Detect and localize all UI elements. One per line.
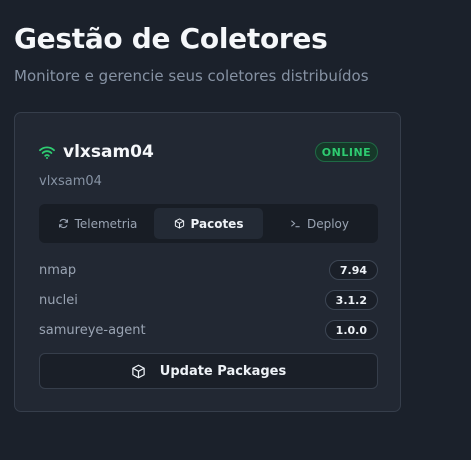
package-version-badge: 3.1.2 bbox=[324, 290, 378, 310]
package-icon bbox=[174, 218, 184, 229]
tab-pacotes-label: Pacotes bbox=[190, 216, 244, 231]
package-row: nmap 7.94 bbox=[39, 260, 378, 282]
tab-pacotes[interactable]: Pacotes bbox=[154, 208, 263, 239]
terminal-icon bbox=[291, 220, 300, 228]
refresh-icon bbox=[58, 218, 68, 229]
package-name: samureye-agent bbox=[39, 323, 146, 338]
tab-deploy[interactable]: Deploy bbox=[265, 208, 374, 239]
collector-hostname: vlxsam04 bbox=[39, 174, 102, 189]
tab-deploy-label: Deploy bbox=[306, 216, 350, 231]
package-version-badge: 1.0.0 bbox=[324, 320, 378, 340]
update-packages-button[interactable]: Update Packages bbox=[39, 353, 378, 389]
collector-name: vlxsam04 bbox=[63, 142, 154, 162]
package-name: nuclei bbox=[39, 293, 78, 308]
wifi-icon bbox=[39, 146, 55, 159]
package-row: samureye-agent 1.0.0 bbox=[39, 320, 378, 342]
collector-card: vlxsam04 ONLINE vlxsam04 Telemetria Paco… bbox=[14, 112, 401, 412]
tab-telemetria[interactable]: Telemetria bbox=[43, 208, 152, 239]
package-row: nuclei 3.1.2 bbox=[39, 290, 378, 312]
update-packages-label: Update Packages bbox=[159, 363, 287, 379]
package-name: nmap bbox=[39, 263, 77, 278]
tab-telemetria-label: Telemetria bbox=[74, 216, 138, 231]
page-subtitle: Monitore e gerencie seus coletores distr… bbox=[14, 67, 369, 85]
package-icon bbox=[132, 364, 145, 378]
package-version-badge: 7.94 bbox=[328, 260, 378, 280]
tab-bar: Telemetria Pacotes Deploy bbox=[39, 204, 378, 243]
status-badge: ONLINE bbox=[315, 142, 378, 162]
page-title: Gestão de Coletores bbox=[14, 22, 328, 55]
